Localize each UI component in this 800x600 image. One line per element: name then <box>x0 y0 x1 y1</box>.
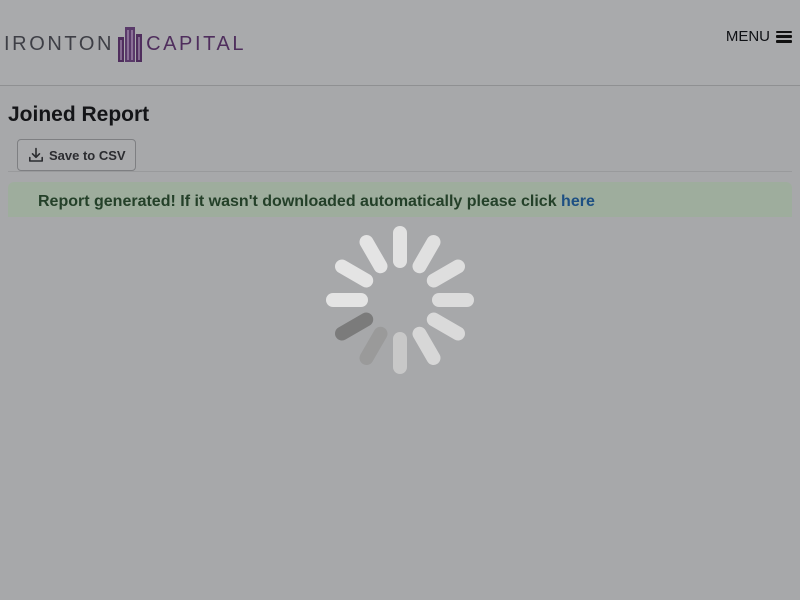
save-to-csv-button[interactable]: Save to CSV <box>17 139 136 171</box>
logo-text-capital: CAPITAL <box>146 33 247 55</box>
divider <box>8 171 792 172</box>
loading-spinner-icon <box>326 226 474 374</box>
menu-label: MENU <box>725 28 770 45</box>
page-title: Joined Report <box>8 103 150 126</box>
hamburger-icon <box>776 30 792 43</box>
logo-text-ironton: IRONTON <box>4 33 115 55</box>
download-here-link[interactable]: here <box>561 193 595 210</box>
alert-message: Report generated! If it wasn't downloade… <box>38 193 562 210</box>
ironton-capital-logo[interactable]: IRONTON CAPITAL <box>4 24 246 64</box>
menu-button[interactable]: MENU <box>726 28 792 45</box>
success-alert: Report generated! If it wasn't downloade… <box>8 182 792 217</box>
spinner-bars <box>326 226 474 374</box>
save-to-csv-label: Save to CSV <box>49 147 126 163</box>
download-icon <box>29 147 43 162</box>
site-header: IRONTON CAPITAL MENU <box>0 0 800 86</box>
building-icon <box>118 27 143 62</box>
